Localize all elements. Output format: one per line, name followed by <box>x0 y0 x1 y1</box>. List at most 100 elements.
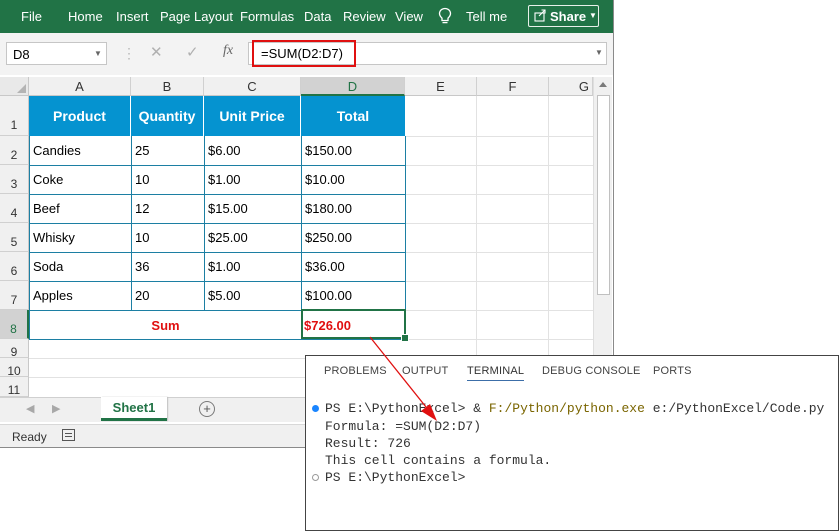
cancel-icon[interactable]: ✕ <box>150 43 163 61</box>
table-border <box>29 339 406 340</box>
terminal-output-line: This cell contains a formula. <box>325 453 552 468</box>
tab-file[interactable]: File <box>21 9 42 24</box>
table-cell[interactable]: $25.00 <box>205 230 248 245</box>
table-cell[interactable]: Beef <box>30 201 60 216</box>
row-header-5[interactable]: 5 <box>0 223 29 252</box>
vscode-terminal-panel: PROBLEMS OUTPUT TERMINAL DEBUG CONSOLE P… <box>305 355 839 531</box>
table-cell[interactable]: $36.00 <box>302 259 345 274</box>
table-cell[interactable]: $150.00 <box>302 143 352 158</box>
table-cell[interactable]: $1.00 <box>205 259 241 274</box>
row-header-8[interactable]: 8 <box>0 310 29 339</box>
table-cell[interactable]: Whisky <box>30 230 75 245</box>
terminal-output-line: Result: 726 <box>325 436 411 451</box>
row-header-6[interactable]: 6 <box>0 252 29 281</box>
tab-insert[interactable]: Insert <box>116 9 149 24</box>
table-cell[interactable]: Candies <box>30 143 81 158</box>
tab-output[interactable]: OUTPUT <box>402 365 448 377</box>
name-box-value: D8 <box>13 47 30 62</box>
sheet-tab-sheet1[interactable]: Sheet1 <box>101 397 167 421</box>
select-all-corner[interactable] <box>0 77 29 96</box>
table-cell[interactable]: $1.00 <box>205 172 241 187</box>
prompt-circle-icon <box>312 474 319 481</box>
tab-review[interactable]: Review <box>343 9 386 24</box>
column-header-g[interactable]: G <box>549 77 593 96</box>
terminal-prompt-line: PS E:\PythonExcel> <box>325 470 466 485</box>
row-header-2[interactable]: 2 <box>0 136 29 165</box>
gridline <box>405 194 593 195</box>
gridline <box>548 96 549 397</box>
row-header-7[interactable]: 7 <box>0 281 29 310</box>
table-cell[interactable]: $250.00 <box>302 230 352 245</box>
header-cell-unit-price[interactable]: Unit Price <box>204 96 301 136</box>
table-cell[interactable]: Apples <box>30 288 73 303</box>
expand-formula-icon[interactable]: ▼ <box>595 48 603 57</box>
column-header-d[interactable]: D <box>301 77 405 96</box>
table-border <box>29 281 406 282</box>
terminal-exe: F:/Python/python.exe <box>488 401 645 416</box>
column-header-a[interactable]: A <box>29 77 131 96</box>
tell-me-search[interactable]: Tell me <box>466 9 507 24</box>
row-header-10[interactable]: 10 <box>0 358 29 378</box>
tab-home[interactable]: Home <box>68 9 103 24</box>
column-header-c[interactable]: C <box>204 77 301 96</box>
table-cell[interactable]: 10 <box>132 230 149 245</box>
table-cell[interactable]: 12 <box>132 201 149 216</box>
tab-problems[interactable]: PROBLEMS <box>324 365 387 377</box>
tab-view[interactable]: View <box>395 9 423 24</box>
table-cell[interactable]: $6.00 <box>205 143 241 158</box>
row-header-9[interactable]: 9 <box>0 339 29 359</box>
table-cell[interactable]: $100.00 <box>302 288 352 303</box>
fill-handle[interactable] <box>401 334 409 342</box>
terminal-amp: & <box>473 401 482 416</box>
table-cell[interactable]: 20 <box>132 288 149 303</box>
row-header-11[interactable]: 11 <box>0 377 29 397</box>
column-header-e[interactable]: E <box>405 77 477 96</box>
row-header-4[interactable]: 4 <box>0 194 29 223</box>
table-cell[interactable]: 36 <box>132 259 149 274</box>
formula-bar: D8 ▼ ⋮ ✕ ✓ fx =SUM(D2:D7) ▼ <box>0 33 613 75</box>
add-sheet-icon[interactable]: + <box>199 401 215 417</box>
command-success-icon <box>312 405 319 412</box>
tab-formulas[interactable]: Formulas <box>240 9 294 24</box>
gridline <box>405 223 593 224</box>
table-cell[interactable]: 10 <box>132 172 149 187</box>
tab-ports[interactable]: PORTS <box>653 365 692 377</box>
vertical-scrollbar[interactable] <box>593 77 612 397</box>
tab-data[interactable]: Data <box>304 9 331 24</box>
table-cell[interactable]: $5.00 <box>205 288 241 303</box>
scroll-up-icon[interactable] <box>599 82 607 87</box>
enter-icon[interactable]: ✓ <box>186 43 199 61</box>
header-cell-quantity[interactable]: Quantity <box>131 96 204 136</box>
table-border <box>29 194 406 195</box>
table-cell[interactable]: Coke <box>30 172 63 187</box>
row-header-3[interactable]: 3 <box>0 165 29 194</box>
row-header-1[interactable]: 1 <box>0 96 29 136</box>
gridline <box>405 281 593 282</box>
gridline <box>405 252 593 253</box>
header-cell-product[interactable]: Product <box>29 96 131 136</box>
table-border <box>29 223 406 224</box>
prev-sheet-icon[interactable]: ◀ <box>26 402 34 415</box>
sum-label-cell[interactable]: Sum <box>30 318 301 333</box>
header-cell-total[interactable]: Total <box>301 96 405 136</box>
name-box[interactable]: D8 ▼ <box>6 42 107 65</box>
table-cell[interactable]: $180.00 <box>302 201 352 216</box>
tab-debug-console[interactable]: DEBUG CONSOLE <box>542 365 641 377</box>
share-button[interactable]: Share ▼ <box>528 5 599 27</box>
scroll-thumb[interactable] <box>597 95 610 295</box>
column-header-b[interactable]: B <box>131 77 204 96</box>
table-cell[interactable]: 25 <box>132 143 149 158</box>
formula-text: =SUM(D2:D7) <box>261 46 343 61</box>
column-header-f[interactable]: F <box>477 77 549 96</box>
gridline <box>405 136 593 137</box>
table-cell[interactable]: $10.00 <box>302 172 345 187</box>
page-layout-icon[interactable] <box>62 429 75 441</box>
lightbulb-icon[interactable] <box>437 7 453 25</box>
function-icon[interactable]: fx <box>223 43 233 59</box>
tab-terminal[interactable]: TERMINAL <box>467 365 525 381</box>
tab-page-layout[interactable]: Page Layout <box>160 9 233 24</box>
next-sheet-icon[interactable]: ▶ <box>52 402 60 415</box>
table-cell[interactable]: $15.00 <box>205 201 248 216</box>
table-cell[interactable]: Soda <box>30 259 63 274</box>
table-border <box>29 252 406 253</box>
